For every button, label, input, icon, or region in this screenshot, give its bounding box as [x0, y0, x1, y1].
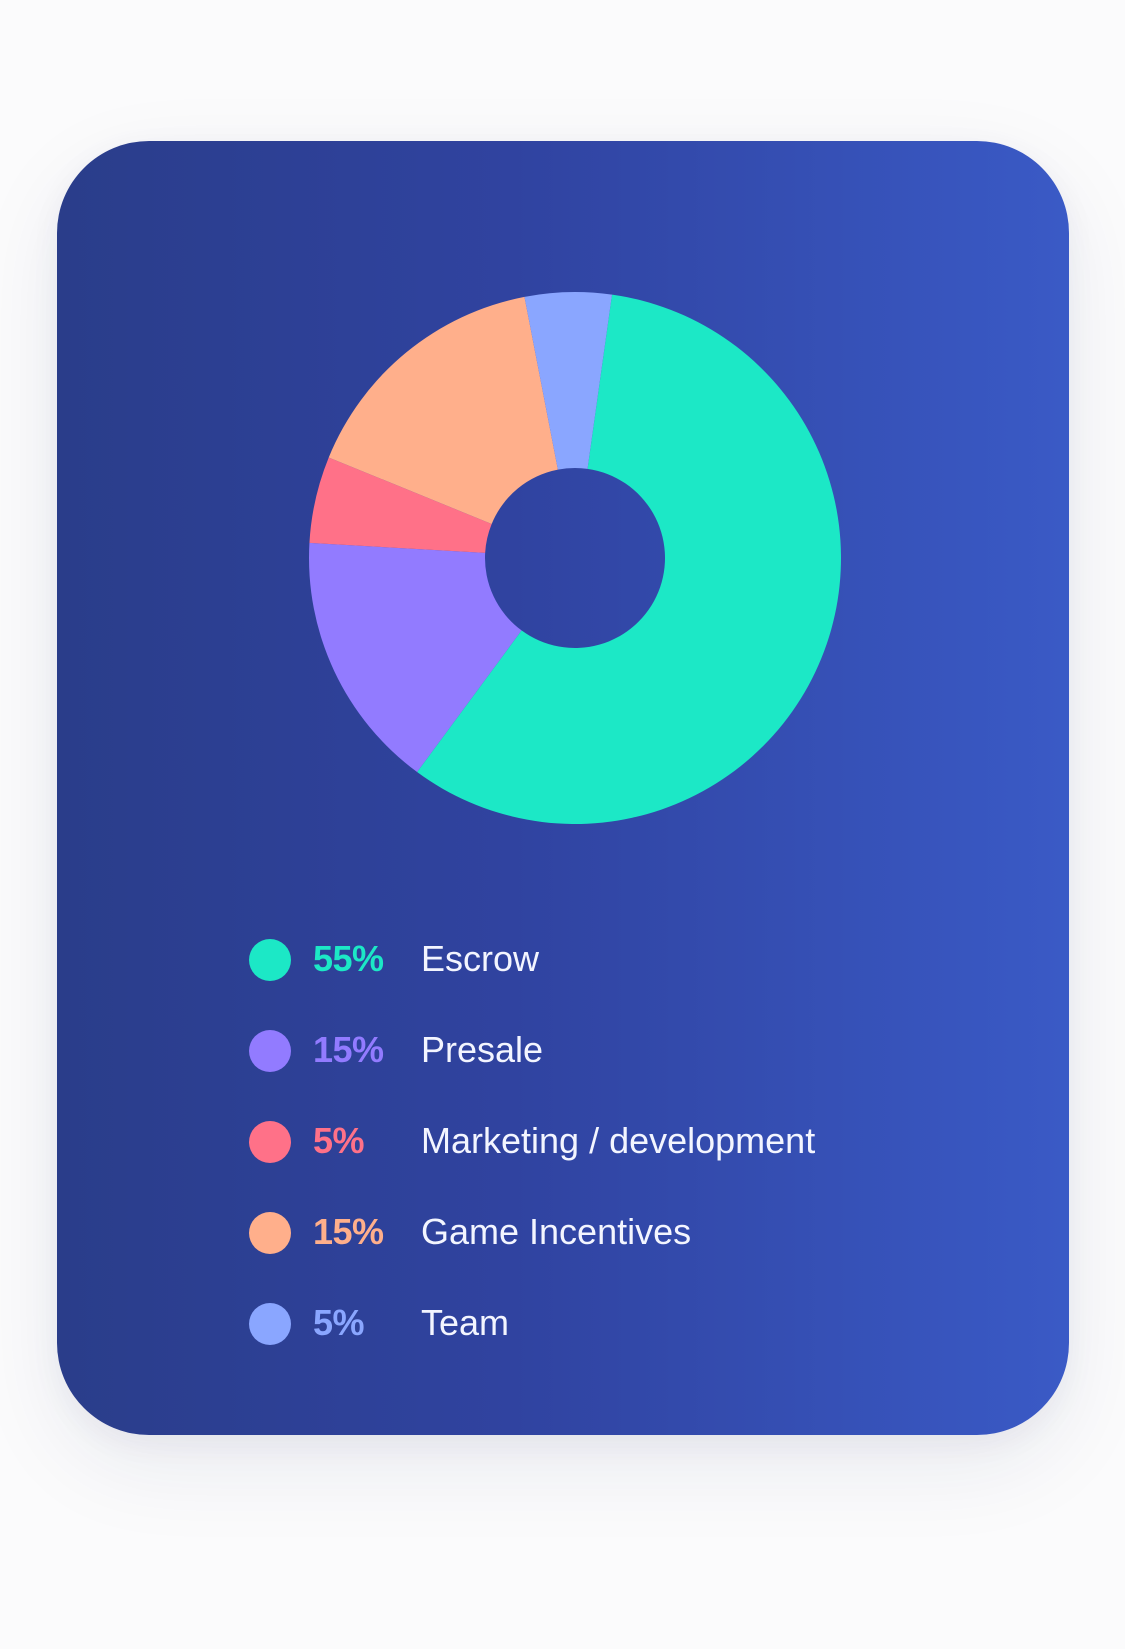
chart-legend: 55% Escrow 15% Presale 5% Marketing / de…: [249, 916, 1009, 1371]
legend-swatch-presale: [249, 1030, 291, 1072]
legend-label-game-incentives: Game Incentives: [421, 1211, 692, 1252]
legend-item-marketing-development: 5% Marketing / development: [249, 1098, 1009, 1189]
token-allocation-card: 55% Escrow 15% Presale 5% Marketing / de…: [57, 141, 1069, 1435]
legend-percent-presale: 15%: [313, 1029, 384, 1070]
legend-label-marketing-development: Marketing / development: [421, 1120, 816, 1161]
legend-percent-game-incentives: 15%: [313, 1211, 384, 1252]
legend-swatch-game-incentives: [249, 1212, 291, 1254]
legend-label-team: Team: [421, 1302, 510, 1343]
legend-label-presale: Presale: [421, 1029, 544, 1070]
legend-label-escrow: Escrow: [421, 938, 540, 979]
legend-swatch-escrow: [249, 939, 291, 981]
legend-percent-team: 5%: [313, 1302, 365, 1343]
legend-item-presale: 15% Presale: [249, 1007, 1009, 1098]
legend-percent-escrow: 55%: [313, 938, 384, 979]
legend-swatch-team: [249, 1303, 291, 1345]
legend-swatch-marketing-development: [249, 1121, 291, 1163]
legend-item-team: 5% Team: [249, 1280, 1009, 1371]
donut-chart: [309, 292, 841, 824]
legend-item-game-incentives: 15% Game Incentives: [249, 1189, 1009, 1280]
legend-item-escrow: 55% Escrow: [249, 916, 1009, 1007]
legend-percent-marketing-development: 5%: [313, 1120, 365, 1161]
